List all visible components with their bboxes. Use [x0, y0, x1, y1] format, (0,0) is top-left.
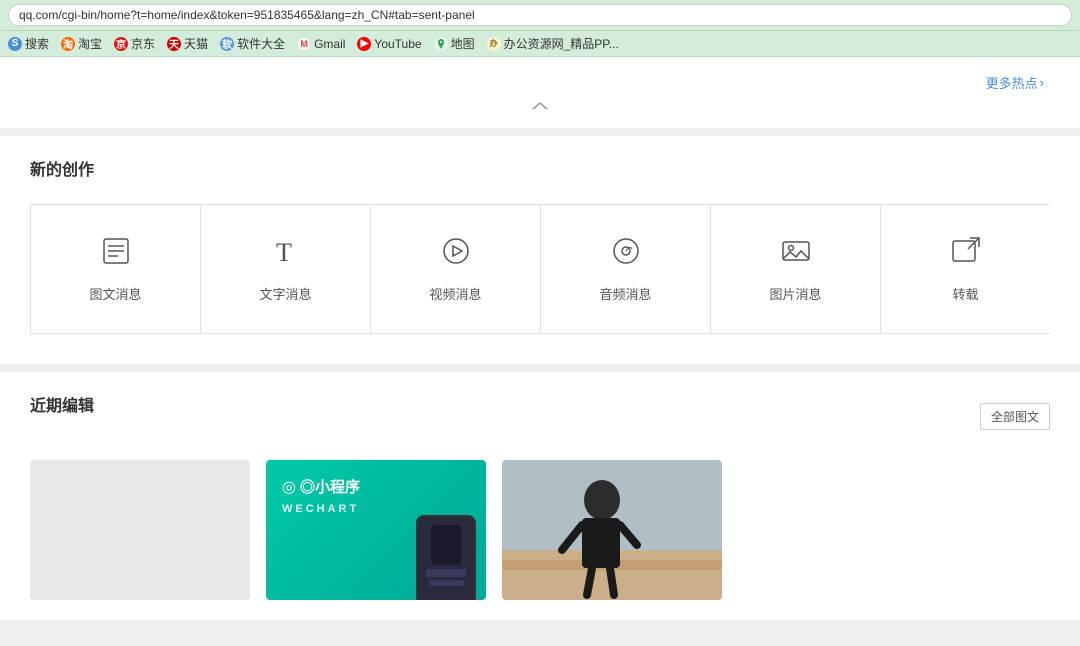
bookmark-map[interactable]: 地图	[434, 35, 475, 52]
jd-icon: 京	[114, 37, 128, 51]
collapse-icon[interactable]	[530, 100, 550, 112]
bookmark-search[interactable]: S 搜索	[8, 35, 49, 52]
video-msg-icon	[440, 235, 472, 272]
bookmark-office[interactable]: 办 办公资源网_精品PP...	[487, 35, 619, 52]
tmall-icon: 天	[167, 37, 181, 51]
bookmark-tmall-label: 天猫	[184, 35, 208, 52]
more-hotspot-chevron: ›	[1040, 75, 1044, 90]
repost-msg-icon	[950, 235, 982, 272]
gmail-icon: M	[297, 37, 311, 51]
more-hotspot-link[interactable]: 更多热点 ›	[986, 73, 1044, 92]
creation-item-audio[interactable]: 音频消息	[540, 204, 711, 334]
recent-section-title: 近期编辑	[30, 392, 94, 416]
youtube-icon: ▶	[357, 37, 371, 51]
software-icon: 软	[220, 37, 234, 51]
taobao-icon: 淘	[61, 37, 75, 51]
mini-program-icon: ◎	[282, 477, 296, 497]
recent-section-header: 近期编辑 全部图文	[30, 392, 1050, 440]
url-bar[interactable]: qq.com/cgi-bin/home?t=home/index&token=9…	[8, 4, 1072, 26]
search-icon: S	[8, 37, 22, 51]
recent-grid: ◎ ◎小程序 WECHART	[30, 460, 1050, 600]
recent-section: 近期编辑 全部图文 ◎ ◎小程序 WECHART	[0, 372, 1080, 620]
map-icon	[434, 37, 448, 51]
creation-section-title: 新的创作	[30, 156, 1050, 180]
bookmark-software[interactable]: 软 软件大全	[220, 35, 285, 52]
graphic-msg-icon	[100, 235, 132, 272]
hotspot-section: 更多热点 ›	[0, 57, 1080, 128]
more-hotspot-label: 更多热点	[986, 73, 1038, 92]
collapse-chevron-container	[16, 92, 1064, 112]
bookmark-jd-label: 京东	[131, 35, 155, 52]
mini-program-subtitle: WECHART	[282, 503, 359, 515]
bookmark-office-label: 办公资源网_精品PP...	[504, 35, 619, 52]
phone-mockup	[416, 515, 476, 600]
image-msg-label: 图片消息	[769, 284, 821, 303]
audio-msg-icon	[610, 235, 642, 272]
repost-msg-label: 转载	[952, 284, 978, 303]
bookmark-jd[interactable]: 京 京东	[114, 35, 155, 52]
person-photo-bg	[502, 460, 722, 600]
text-msg-icon: T	[270, 235, 302, 272]
graphic-msg-label: 图文消息	[89, 284, 141, 303]
bookmark-map-label: 地图	[451, 35, 475, 52]
creation-grid: 图文消息 T 文字消息 视频消息	[30, 204, 1050, 334]
creation-item-text[interactable]: T 文字消息	[200, 204, 371, 334]
page-content: 更多热点 › 新的创作 图文消息	[0, 57, 1080, 637]
recent-item-blank[interactable]	[30, 460, 250, 600]
creation-item-image[interactable]: 图片消息	[710, 204, 881, 334]
bookmark-search-label: 搜索	[25, 35, 49, 52]
bookmark-gmail-label: Gmail	[314, 37, 345, 51]
office-icon: 办	[487, 37, 501, 51]
bookmark-tmall[interactable]: 天 天猫	[167, 35, 208, 52]
view-all-button[interactable]: 全部图文	[980, 403, 1050, 430]
image-msg-icon	[780, 235, 812, 272]
bookmarks-bar: S 搜索 淘 淘宝 京 京东 天 天猫 软 软件大全 M Gmail ▶ You…	[0, 31, 1080, 57]
creation-item-video[interactable]: 视频消息	[370, 204, 541, 334]
mini-program-title: ◎小程序	[300, 476, 360, 497]
audio-msg-label: 音频消息	[599, 284, 651, 303]
bookmark-taobao[interactable]: 淘 淘宝	[61, 35, 102, 52]
bookmark-taobao-label: 淘宝	[78, 35, 102, 52]
url-bar-container: qq.com/cgi-bin/home?t=home/index&token=9…	[0, 0, 1080, 31]
creation-item-repost[interactable]: 转载	[880, 204, 1050, 334]
video-msg-label: 视频消息	[429, 284, 481, 303]
bookmark-software-label: 软件大全	[237, 35, 285, 52]
svg-text:T: T	[276, 238, 292, 267]
creation-item-graphic[interactable]: 图文消息	[30, 204, 201, 334]
bookmark-youtube-label: YouTube	[374, 37, 421, 51]
recent-item-photo[interactable]	[502, 460, 722, 600]
bookmark-youtube[interactable]: ▶ YouTube	[357, 37, 421, 51]
text-msg-label: 文字消息	[259, 284, 311, 303]
creation-section: 新的创作 图文消息 T	[0, 136, 1080, 364]
recent-item-mini-program[interactable]: ◎ ◎小程序 WECHART	[266, 460, 486, 600]
bookmark-gmail[interactable]: M Gmail	[297, 37, 345, 51]
